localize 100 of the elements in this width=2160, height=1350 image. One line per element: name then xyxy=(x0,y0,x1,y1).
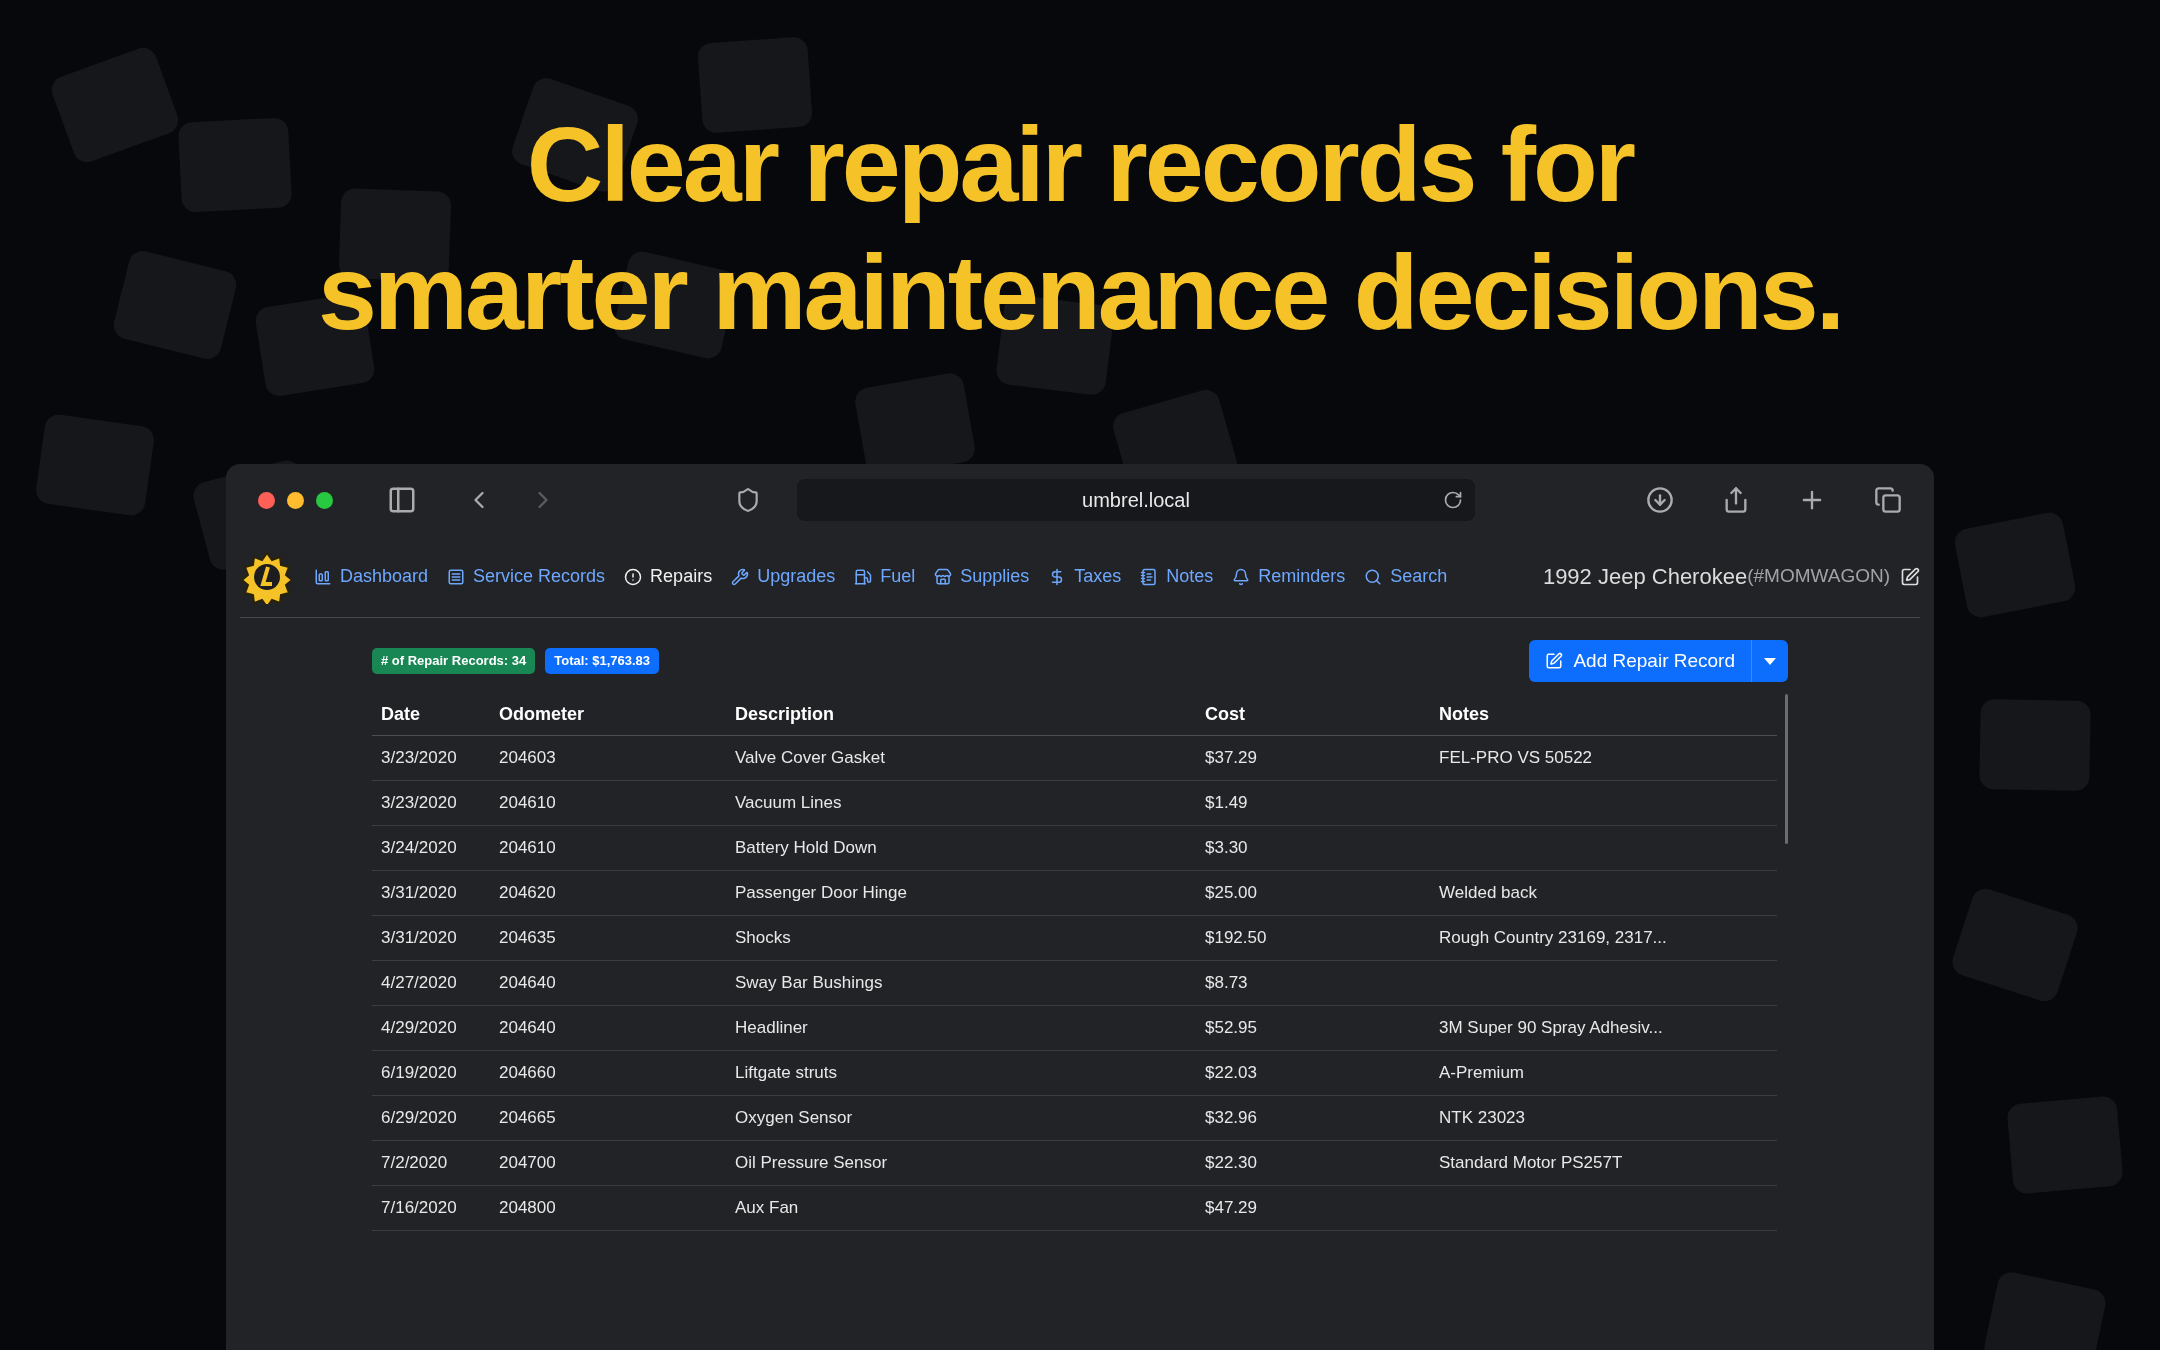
table-cell: 204660 xyxy=(499,1063,556,1083)
column-header: Description xyxy=(735,703,836,726)
gear-logo-icon xyxy=(240,549,294,604)
table-cell: 204635 xyxy=(499,928,556,948)
table-cell: Vacuum Lines xyxy=(735,793,842,813)
chart-icon xyxy=(314,567,332,586)
table-row[interactable]: 3/24/2020 204610 Battery Hold Down $3.30 xyxy=(372,826,1777,871)
search-icon xyxy=(1364,567,1383,586)
table-cell: Oxygen Sensor xyxy=(735,1108,853,1128)
table-cell: Standard Motor PS257T xyxy=(1439,1153,1623,1173)
table-cell: Battery Hold Down xyxy=(735,838,877,858)
table-row[interactable]: 6/19/2020 204660 Liftgate struts $22.03 A-Premium xyxy=(372,1051,1777,1096)
table-cell: 204603 xyxy=(499,748,556,768)
nav-link[interactable]: Supplies xyxy=(934,563,1030,590)
table-cell: $3.30 xyxy=(1205,838,1248,858)
reload-icon[interactable] xyxy=(1443,490,1463,510)
fuel-pump-icon xyxy=(854,567,873,586)
table-cell: 4/29/2020 xyxy=(381,1018,457,1038)
nav-link[interactable]: Repairs xyxy=(624,563,713,590)
table-row[interactable]: 3/23/2020 204610 Vacuum Lines $1.49 xyxy=(372,781,1777,826)
table-cell: 6/29/2020 xyxy=(381,1108,457,1128)
table-cell: A-Premium xyxy=(1439,1063,1524,1083)
list-icon xyxy=(447,567,466,586)
sidebar-icon[interactable] xyxy=(387,485,417,515)
table-cell: 4/27/2020 xyxy=(381,973,457,993)
table-cell: $25.00 xyxy=(1205,883,1257,903)
table-cell: $192.50 xyxy=(1205,928,1267,948)
table-cell: 204640 xyxy=(499,1018,556,1038)
table-cell: $8.73 xyxy=(1205,973,1248,993)
table-cell: 204610 xyxy=(499,793,556,813)
alert-icon xyxy=(624,567,643,586)
table-cell: 204800 xyxy=(499,1198,556,1218)
table-cell: 204620 xyxy=(499,883,556,903)
count-badge: # of Repair Records: 34 xyxy=(372,648,536,674)
column-header: Notes xyxy=(1439,703,1490,726)
headline: Clear repair records for smarter maintenance decisions. xyxy=(317,104,1843,353)
table-row[interactable]: 4/27/2020 204640 Sway Bar Bushings $8.73 xyxy=(372,961,1777,1006)
edit-icon[interactable] xyxy=(1900,566,1920,587)
nav-link[interactable]: Reminders xyxy=(1232,563,1346,590)
table-cell: NTK 23023 xyxy=(1439,1108,1525,1128)
table-row[interactable]: 3/31/2020 204635 Shocks $192.50 Rough Country 23169, 2317... xyxy=(372,916,1777,961)
table-cell: 204700 xyxy=(499,1153,556,1173)
table-cell: 204665 xyxy=(499,1108,556,1128)
table-cell: Passenger Door Hinge xyxy=(735,883,907,903)
table-row[interactable]: 4/29/2020 204640 Headliner $52.95 3M Super 90 Spray Adhesiv... xyxy=(372,1006,1777,1051)
table-cell: Headliner xyxy=(735,1018,808,1038)
nav-link[interactable]: Upgrades xyxy=(731,563,836,590)
nav-link[interactable]: Notes xyxy=(1140,563,1214,590)
wrench-icon xyxy=(731,567,750,586)
address-bar[interactable]: umbrel.local xyxy=(797,479,1475,521)
bell-icon xyxy=(1232,567,1251,586)
table-cell: 3/24/2020 xyxy=(381,838,457,858)
table-cell: 3/23/2020 xyxy=(381,793,457,813)
table-row[interactable]: 6/29/2020 204665 Oxygen Sensor $32.96 NTK 23023 xyxy=(372,1096,1777,1141)
vehicle-name: 1992 Jeep Cherokee xyxy=(1542,563,1748,591)
table-cell: 7/16/2020 xyxy=(381,1198,457,1218)
column-header: Cost xyxy=(1205,703,1246,726)
table-cell: $22.30 xyxy=(1205,1153,1257,1173)
nav-link[interactable]: Taxes xyxy=(1048,563,1122,590)
nav-link[interactable]: Fuel xyxy=(854,563,916,590)
store-icon xyxy=(934,567,953,586)
add-repair-record-button[interactable]: Add Repair Record xyxy=(1529,640,1788,682)
table-cell: Welded back xyxy=(1439,883,1537,903)
nav-link[interactable]: Service Records xyxy=(447,563,606,590)
caret-icon xyxy=(1764,657,1776,665)
window-controls-icon[interactable] xyxy=(258,491,333,509)
url-text: umbrel.local xyxy=(1082,488,1190,513)
edit-icon xyxy=(1545,652,1564,670)
download-icon[interactable] xyxy=(1646,486,1674,514)
table-row[interactable]: 3/31/2020 204620 Passenger Door Hinge $25.00 Welded back xyxy=(372,871,1777,916)
table-row[interactable]: 7/16/2020 204800 Aux Fan $47.29 xyxy=(372,1186,1777,1231)
vehicle-tag: (#MOMWAGON) xyxy=(1747,562,1890,591)
table-cell: 204640 xyxy=(499,973,556,993)
table-cell: Shocks xyxy=(735,928,791,948)
column-header: Date xyxy=(381,703,421,726)
table-cell: 7/2/2020 xyxy=(381,1153,448,1173)
table-cell: 3/31/2020 xyxy=(381,883,457,903)
table-cell: 6/19/2020 xyxy=(381,1063,457,1083)
table-cell: $52.95 xyxy=(1205,1018,1257,1038)
table-cell: $47.29 xyxy=(1205,1198,1257,1218)
table-cell: $22.03 xyxy=(1205,1063,1257,1083)
table-cell: FEL-PRO VS 50522 xyxy=(1439,748,1593,768)
tabs-icon[interactable] xyxy=(1874,486,1902,514)
table-cell: Rough Country 23169, 2317... xyxy=(1439,928,1667,948)
table-cell: $1.49 xyxy=(1205,793,1248,813)
table-cell: $37.29 xyxy=(1205,748,1257,768)
table-cell: Liftgate struts xyxy=(735,1063,838,1083)
nav-link[interactable]: Search xyxy=(1364,563,1448,590)
table-cell: Sway Bar Bushings xyxy=(735,973,883,993)
nav-link[interactable]: Dashboard xyxy=(314,563,429,590)
column-header: Odometer xyxy=(499,703,586,726)
table-cell: Oil Pressure Sensor xyxy=(735,1153,888,1173)
table-cell: Aux Fan xyxy=(735,1198,799,1218)
table-cell: 204610 xyxy=(499,838,556,858)
table-cell: $32.96 xyxy=(1205,1108,1257,1128)
table-row[interactable]: 3/23/2020 204603 Valve Cover Gasket $37.29 FEL-PRO VS 50522 xyxy=(372,736,1777,781)
count-badge: Total: $1,763.83 xyxy=(545,648,660,674)
table-cell: 3/23/2020 xyxy=(381,748,457,768)
shield-icon[interactable] xyxy=(735,487,761,513)
table-row[interactable]: 7/2/2020 204700 Oil Pressure Sensor $22.30 Standard Motor PS257T xyxy=(372,1141,1777,1186)
